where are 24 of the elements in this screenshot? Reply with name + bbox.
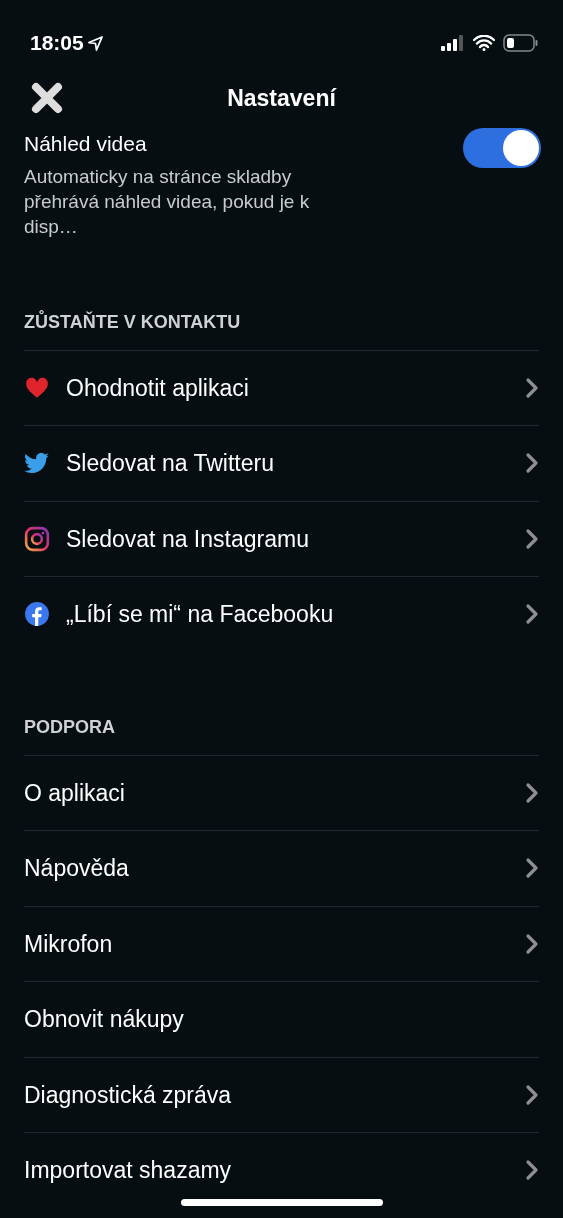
screen-title: Nastavení <box>227 83 336 113</box>
signal-icon <box>441 35 465 51</box>
settings-row[interactable]: Sledovat na Twitteru <box>24 425 539 501</box>
settings-row[interactable]: Nápověda <box>24 830 539 906</box>
settings-row[interactable]: Obnovit nákupy <box>24 981 539 1057</box>
section-header: PODPORA <box>23 715 116 739</box>
section-header: ZŮSTAŇTE V KONTAKTU <box>23 309 242 334</box>
location-arrow-icon <box>87 35 103 51</box>
toggle-switch[interactable] <box>463 128 541 168</box>
settings-row[interactable]: O aplikaci <box>24 754 539 830</box>
settings-row[interactable]: Mikrofon <box>24 905 539 981</box>
camera-icon <box>24 525 50 552</box>
battery-icon <box>503 34 539 52</box>
settings-row[interactable]: Sledovat na Instagramu <box>24 500 539 576</box>
settings-row[interactable]: Ohodnotit aplikaci <box>24 349 539 425</box>
close-button[interactable] <box>30 81 64 115</box>
settings-row[interactable]: Diagnostická zpráva <box>24 1056 539 1132</box>
close-icon <box>30 81 64 115</box>
settings-row[interactable]: „Líbí se mi“ na Facebooku <box>24 576 539 652</box>
status-time: 18:05 <box>30 30 84 57</box>
setting-title: Náhled videa <box>24 131 148 157</box>
wifi-icon <box>473 35 495 51</box>
facebook-f-icon <box>24 601 50 628</box>
setting-description: Automaticky na stránce skladby přehrává náhled videa, pokud je k disp… <box>24 164 311 239</box>
